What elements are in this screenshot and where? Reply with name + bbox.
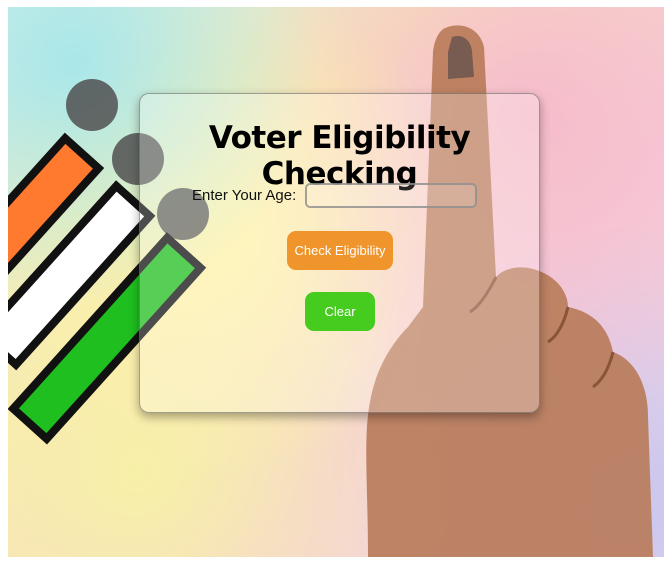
age-input[interactable] [305, 182, 478, 208]
clear-button[interactable]: Clear [305, 292, 375, 331]
age-label: Enter Your Age: [192, 186, 297, 204]
age-row: Enter Your Age: [192, 180, 478, 210]
eligibility-form-card: Voter Eligibility Checking Enter Your Ag… [139, 93, 540, 413]
check-eligibility-button[interactable]: Check Eligibility [287, 231, 393, 270]
dot-1 [66, 79, 118, 131]
